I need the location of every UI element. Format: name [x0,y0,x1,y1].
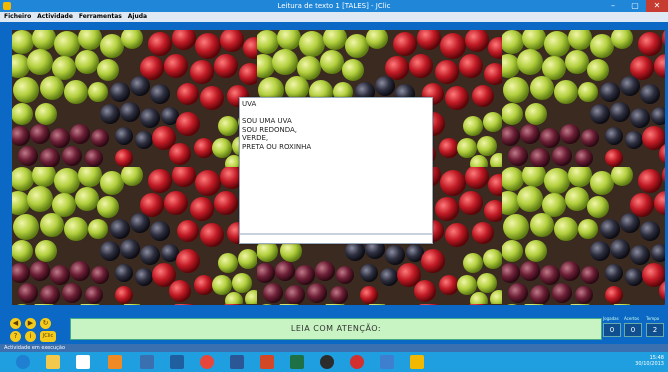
menu-ficheiro[interactable]: Ficheiro [4,13,31,20]
app-icon-2[interactable] [170,355,184,369]
info-icon[interactable]: i [25,331,36,342]
file-explorer-icon[interactable] [46,355,60,369]
window-title: Leitura de texto 1 [TALES] - JClic [277,2,391,10]
excel-icon[interactable] [290,355,304,369]
counter-value-acertos: 0 [624,323,642,337]
jclic-logo-icon[interactable]: JClic [40,331,56,342]
hoo-123-icon[interactable] [380,355,394,369]
system-tray: 15:48 30/10/2013 [635,355,664,367]
close-button[interactable]: ✕ [646,0,668,12]
menu-actividade[interactable]: Actividade [37,13,73,20]
help-icon[interactable]: ? [10,331,21,342]
status-bar: Actividade em execução [0,344,668,352]
frame-divider [240,233,432,235]
jclic-taskbar-icon[interactable] [410,355,424,369]
prev-arrow-icon[interactable]: ◀ [10,318,21,329]
maximize-button[interactable]: ▢ [624,0,646,12]
next-arrow-icon[interactable]: ▶ [25,318,36,329]
chrome-icon[interactable] [200,355,214,369]
menu-bar: Ficheiro Actividade Ferramentas Ajuda [0,12,668,22]
activity-text: UVA SOU UMA UVA SOU REDONDA, VERDE, PRET… [242,100,312,151]
app-icon-3[interactable] [320,355,334,369]
counter-label-acertos: Acertos [624,316,640,321]
title-bar: Leitura de texto 1 [TALES] - JClic – ▢ ✕ [0,0,668,12]
ie-icon[interactable] [16,355,30,369]
app-icon-1[interactable] [140,355,154,369]
activity-stage: UVA SOU UMA UVA SOU REDONDA, VERDE, PRET… [0,22,668,314]
powerpoint-icon[interactable] [260,355,274,369]
counter-label-jogadas: Jogadas [603,316,619,321]
clock-date: 30/10/2013 [635,361,664,367]
taskbar: 15:48 30/10/2013 [0,352,668,372]
menu-ajuda[interactable]: Ajuda [128,13,147,20]
counter-label-tempo: Tempo [646,316,660,321]
message-box: LEIA COM ATENÇÃO: [70,318,602,340]
restart-icon[interactable]: ↻ [40,318,51,329]
counter-value-tempo: 2 [646,323,664,337]
amazon-icon[interactable] [76,355,90,369]
word-icon[interactable] [230,355,244,369]
media-player-icon[interactable] [108,355,122,369]
menu-ferramentas[interactable]: Ferramentas [79,13,122,20]
power-icon[interactable] [350,355,364,369]
counters-panel: Jogadas Acertos Tempo 0 0 2 [603,316,665,340]
minimize-button[interactable]: – [602,0,624,12]
text-frame: UVA SOU UMA UVA SOU REDONDA, VERDE, PRET… [239,97,433,244]
counter-value-jogadas: 0 [603,323,621,337]
